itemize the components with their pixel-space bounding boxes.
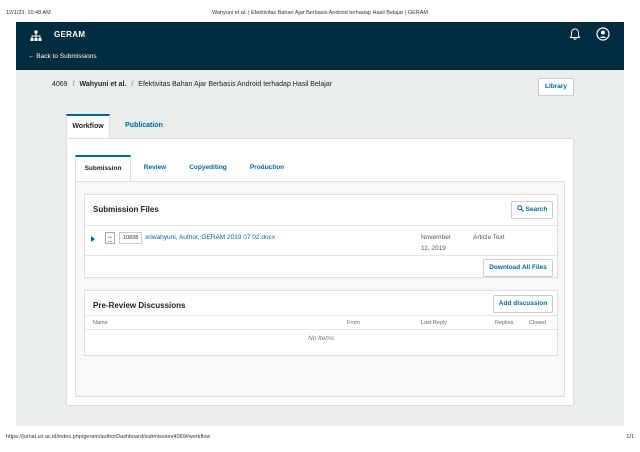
submission-id: 4069: [52, 81, 68, 88]
file-type: Article Text: [473, 234, 505, 241]
column-header-last-reply: Last Reply: [421, 320, 447, 326]
download-all-files-button[interactable]: Download All Files: [483, 259, 553, 277]
column-header-closed: Closed: [529, 320, 547, 326]
divider: [85, 329, 557, 330]
search-button[interactable]: Search: [511, 201, 553, 219]
divider: [85, 225, 557, 226]
print-header: 12/1/23, 10:48 AM Wahyuni et al. | Efekt…: [0, 0, 640, 22]
submission-files-grid: Submission Files Search 10838 sriwahyuni…: [84, 194, 558, 278]
expand-row-icon[interactable]: [91, 236, 95, 242]
add-discussion-button[interactable]: Add discussion: [493, 295, 553, 313]
workflow-panel: Submission Review Copyediting Production…: [66, 138, 574, 406]
bell-icon[interactable]: [568, 27, 582, 41]
breadcrumb-separator: /: [72, 81, 75, 88]
top-bar: GERAM ← Back to Submissions: [16, 22, 624, 70]
library-button[interactable]: Library: [538, 78, 574, 96]
discussions-title: Pre-Review Discussions: [93, 301, 186, 310]
column-header-from: From: [347, 320, 360, 326]
tab-review[interactable]: Review: [135, 155, 175, 181]
column-header-replies: Replies: [495, 320, 514, 326]
file-row: 10838 sriwahyuni, Author, GERAM 2019 07 …: [85, 231, 557, 255]
tab-production[interactable]: Production: [241, 155, 293, 181]
tab-copyediting[interactable]: Copyediting: [179, 155, 237, 181]
app-window: GERAM ← Back to Submissions 4069 / Wahyuni…: [16, 22, 624, 426]
breadcrumb-separator: /: [131, 81, 134, 88]
print-page-title: Wahyuni et al. | Efektivitas Bahan Ajar …: [211, 10, 429, 16]
print-footer: https://jurnal.uir.ac.id/index.php/geram…: [0, 430, 640, 444]
search-label: Search: [525, 206, 548, 213]
site-name[interactable]: GERAM: [54, 30, 85, 39]
sitemap-icon[interactable]: [30, 30, 42, 42]
submission-stage-panel: Submission Files Search 10838 sriwahyuni…: [75, 181, 565, 397]
column-header-name: Name: [93, 320, 108, 326]
breadcrumb: 4069 / Wahyuni et al. / Efektivitas Bahan Aj…: [52, 81, 332, 88]
print-url: https://jurnal.uir.ac.id/index.php/geram…: [6, 434, 211, 440]
submission-files-title: Submission Files: [93, 205, 159, 214]
divider: [85, 255, 557, 256]
search-icon: [516, 205, 524, 212]
tab-publication[interactable]: Publication: [118, 114, 170, 138]
file-name-link[interactable]: sriwahyuni, Author, GERAM 2019 07 02.doc…: [145, 232, 275, 244]
file-id-badge: 10838: [119, 232, 143, 244]
pre-review-discussions-grid: Pre-Review Discussions Add discussion Na…: [84, 290, 558, 356]
file-date: November 11, 2019: [421, 234, 451, 252]
print-page-number: 1/1: [626, 434, 634, 440]
back-to-submissions-link[interactable]: ← Back to Submissions: [28, 53, 97, 60]
submission-authors: Wahyuni et al.: [79, 81, 127, 88]
divider: [85, 315, 557, 316]
tab-workflow[interactable]: Workflow: [66, 114, 110, 138]
submission-title: Efektivitas Bahan Ajar Berbasis Android …: [138, 81, 333, 88]
empty-message: No Items: [307, 335, 334, 342]
tab-submission[interactable]: Submission: [75, 155, 131, 181]
user-icon[interactable]: [596, 27, 610, 41]
document-icon: [105, 232, 115, 244]
